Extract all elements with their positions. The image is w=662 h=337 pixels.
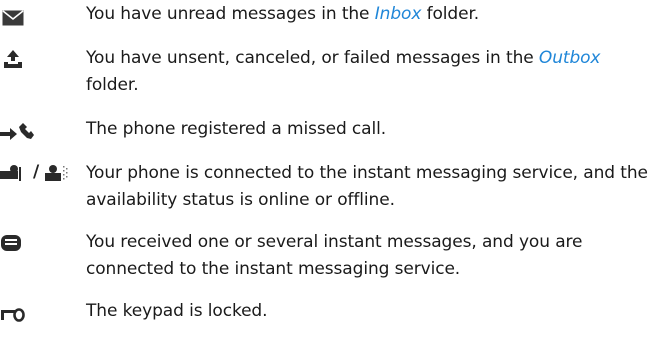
indicator-text-instant-message: You received one or several instant mess… (86, 232, 583, 279)
missed-call-icon (0, 116, 86, 140)
im-online-offline-icon: / (0, 160, 86, 184)
outbox-tray-icon (0, 45, 86, 69)
indicator-list: You have unread messages in the Inbox fo… (0, 0, 662, 337)
indicator-text-missed-call: The phone registered a missed call. (86, 119, 387, 139)
outbox-folder-link[interactable]: Outbox (539, 48, 601, 68)
keypad-lock-icon (0, 298, 86, 322)
icon-separator: / (33, 162, 40, 182)
envelope-icon (0, 1, 86, 26)
instant-message-icon (0, 229, 86, 253)
indicator-text-keypad-lock: The keypad is locked. (86, 301, 268, 321)
indicator-text-outbox: You have unsent, canceled, or failed mes… (86, 48, 601, 95)
indicator-text-im-status: Your phone is connected to the instant m… (86, 163, 648, 210)
inbox-folder-link[interactable]: Inbox (375, 4, 422, 24)
indicator-text-inbox: You have unread messages in the Inbox fo… (86, 4, 480, 24)
